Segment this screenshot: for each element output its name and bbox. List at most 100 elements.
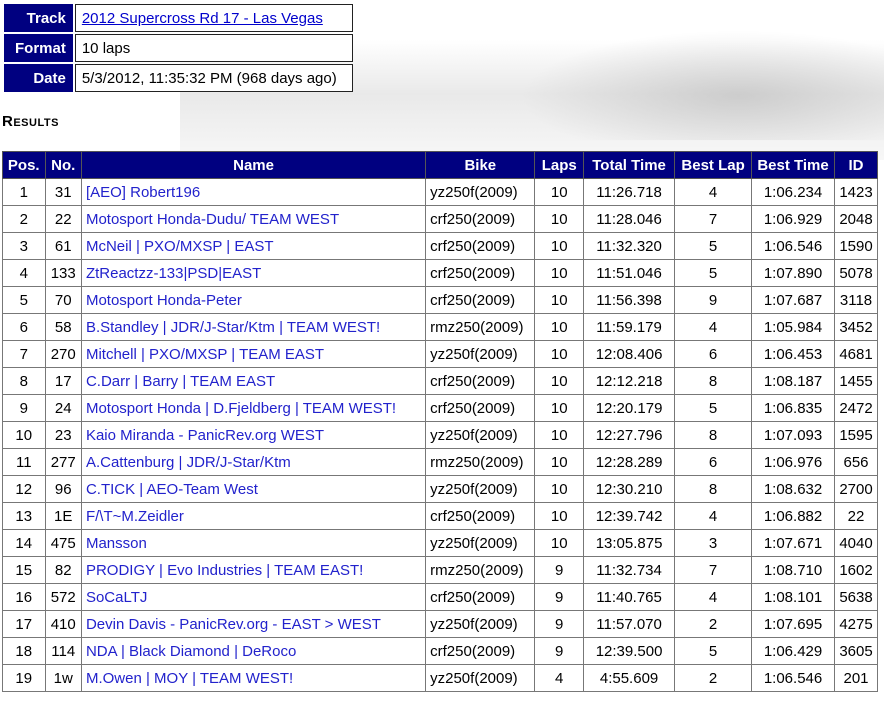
results-heading: Results: [2, 113, 59, 130]
cell-total-time: 11:26.718: [583, 178, 676, 206]
cell-best-time: 1:06.976: [751, 448, 836, 476]
cell-total-time: 12:39.500: [583, 637, 676, 665]
cell-name[interactable]: NDA | Black Diamond | DeRoco: [80, 637, 427, 665]
cell-id: 1423: [834, 178, 878, 206]
cell-total-time: 11:32.734: [583, 556, 676, 584]
cell-name[interactable]: M.Owen | MOY | TEAM WEST!: [80, 664, 427, 692]
cell-name[interactable]: PRODIGY | Evo Industries | TEAM EAST!: [80, 556, 427, 584]
results-table: Pos. No. Name Bike Laps Total Time Best …: [2, 151, 878, 692]
track-link[interactable]: 2012 Supercross Rd 17 - Las Vegas: [82, 10, 323, 27]
cell-name[interactable]: Mansson: [80, 529, 427, 557]
cell-name[interactable]: F/\T~M.Zeidler: [80, 502, 427, 530]
cell-total-time: 11:57.070: [583, 610, 676, 638]
cell-bike: yz250f(2009): [425, 340, 536, 368]
cell-total-time: 12:28.289: [583, 448, 676, 476]
cell-best-time: 1:07.093: [751, 421, 836, 449]
result-row: 11 277 A.Cattenburg | JDR/J-Star/Ktm rmz250…: [2, 448, 878, 476]
cell-bike: yz250f(2009): [425, 529, 536, 557]
cell-best-lap: 3: [674, 529, 753, 557]
background-photo-detail: [520, 30, 884, 140]
cell-id: 4040: [834, 529, 878, 557]
col-header-pos[interactable]: Pos.: [2, 151, 46, 179]
cell-name[interactable]: B.Standley | JDR/J-Star/Ktm | TEAM WEST!: [80, 313, 427, 341]
result-row: 12 96 C.TICK | AEO-Team West yz250f(2009) 10…: [2, 475, 878, 503]
cell-best-lap: 5: [674, 232, 753, 260]
cell-best-time: 1:06.882: [751, 502, 836, 530]
result-row: 18 114 NDA | Black Diamond | DeRoco crf250(…: [2, 637, 878, 665]
cell-total-time: 12:08.406: [583, 340, 676, 368]
cell-name[interactable]: C.TICK | AEO-Team West: [80, 475, 427, 503]
track-row: Track 2012 Supercross Rd 17 - Las Vegas: [4, 4, 353, 32]
cell-name[interactable]: Kaio Miranda - PanicRev.org WEST: [80, 421, 427, 449]
cell-total-time: 11:51.046: [583, 259, 676, 287]
cell-best-lap: 5: [674, 259, 753, 287]
cell-best-lap: 5: [674, 394, 753, 422]
result-row: 1 31 [AEO] Robert196 yz250f(2009) 10 11:26.71…: [2, 178, 878, 206]
cell-best-time: 1:08.632: [751, 475, 836, 503]
cell-laps: 10: [534, 502, 585, 530]
cell-pos: 5: [2, 286, 46, 314]
cell-best-time: 1:06.835: [751, 394, 836, 422]
cell-bike: yz250f(2009): [425, 475, 536, 503]
cell-best-time: 1:07.687: [751, 286, 836, 314]
col-header-no[interactable]: No.: [44, 151, 82, 179]
cell-laps: 9: [534, 637, 585, 665]
cell-name[interactable]: SoCaLTJ: [80, 583, 427, 611]
cell-name[interactable]: ZtReactzz-133|PSD|EAST: [80, 259, 427, 287]
cell-bike: rmz250(2009): [425, 556, 536, 584]
cell-no: 61: [44, 232, 82, 260]
result-row: 6 58 B.Standley | JDR/J-Star/Ktm | TEAM WE…: [2, 313, 878, 341]
result-row: 5 70 Motosport Honda-Peter crf250(2009) 10 11…: [2, 286, 878, 314]
cell-total-time: 12:20.179: [583, 394, 676, 422]
cell-id: 2472: [834, 394, 878, 422]
cell-name[interactable]: Devin Davis - PanicRev.org - EAST > WEST: [80, 610, 427, 638]
cell-id: 5078: [834, 259, 878, 287]
col-header-id[interactable]: ID: [834, 151, 878, 179]
cell-id: 656: [834, 448, 878, 476]
col-header-best-time[interactable]: Best Time: [751, 151, 836, 179]
cell-name[interactable]: A.Cattenburg | JDR/J-Star/Ktm: [80, 448, 427, 476]
results-header-row: Pos. No. Name Bike Laps Total Time Best …: [2, 151, 878, 179]
cell-no: 1w: [44, 664, 82, 692]
cell-best-lap: 7: [674, 556, 753, 584]
cell-best-time: 1:08.187: [751, 367, 836, 395]
col-header-total-time[interactable]: Total Time: [583, 151, 676, 179]
col-header-bike[interactable]: Bike: [425, 151, 536, 179]
cell-name[interactable]: Motosport Honda-Peter: [80, 286, 427, 314]
cell-name[interactable]: McNeil | PXO/MXSP | EAST: [80, 232, 427, 260]
result-row: 2 22 Motosport Honda-Dudu/ TEAM WEST crf250…: [2, 205, 878, 233]
cell-id: 1595: [834, 421, 878, 449]
cell-best-time: 1:07.695: [751, 610, 836, 638]
cell-name[interactable]: Motosport Honda-Dudu/ TEAM WEST: [80, 205, 427, 233]
cell-pos: 1: [2, 178, 46, 206]
date-label: Date: [4, 64, 73, 92]
cell-best-lap: 5: [674, 637, 753, 665]
date-row: Date 5/3/2012, 11:35:32 PM (968 days ago…: [4, 64, 353, 92]
result-row: 10 23 Kaio Miranda - PanicRev.org WEST yz25…: [2, 421, 878, 449]
col-header-laps[interactable]: Laps: [534, 151, 585, 179]
cell-pos: 6: [2, 313, 46, 341]
col-header-best-lap[interactable]: Best Lap: [674, 151, 753, 179]
cell-bike: crf250(2009): [425, 637, 536, 665]
cell-best-time: 1:05.984: [751, 313, 836, 341]
cell-best-lap: 4: [674, 502, 753, 530]
cell-pos: 13: [2, 502, 46, 530]
result-row: 15 82 PRODIGY | Evo Industries | TEAM EAST…: [2, 556, 878, 584]
cell-bike: rmz250(2009): [425, 313, 536, 341]
cell-no: 475: [44, 529, 82, 557]
cell-total-time: 12:39.742: [583, 502, 676, 530]
format-label: Format: [4, 34, 73, 62]
cell-bike: crf250(2009): [425, 502, 536, 530]
cell-pos: 2: [2, 205, 46, 233]
cell-name[interactable]: Motosport Honda | D.Fjeldberg | TEAM WES…: [80, 394, 427, 422]
cell-laps: 10: [534, 448, 585, 476]
cell-name[interactable]: Mitchell | PXO/MXSP | TEAM EAST: [80, 340, 427, 368]
cell-no: 1E: [44, 502, 82, 530]
cell-name[interactable]: C.Darr | Barry | TEAM EAST: [80, 367, 427, 395]
cell-laps: 4: [534, 664, 585, 692]
cell-no: 114: [44, 637, 82, 665]
col-header-name[interactable]: Name: [80, 151, 427, 179]
cell-pos: 17: [2, 610, 46, 638]
cell-laps: 9: [534, 610, 585, 638]
cell-name[interactable]: [AEO] Robert196: [80, 178, 427, 206]
